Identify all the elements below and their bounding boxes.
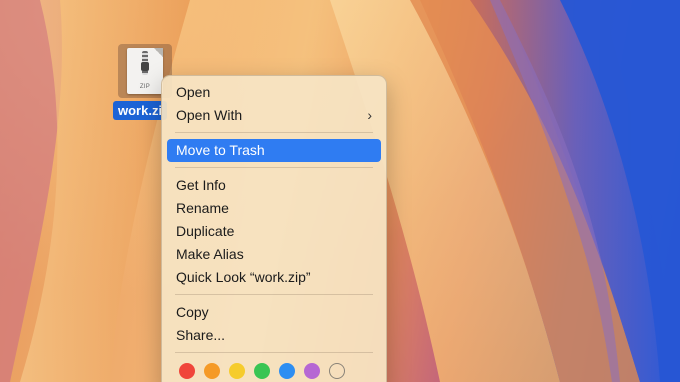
page-fold — [154, 48, 163, 57]
desktop-wallpaper[interactable]: ZIP work.zi Open Open With › Move to Tra… — [0, 0, 680, 382]
tag-purple[interactable] — [304, 363, 320, 379]
context-menu: Open Open With › Move to Trash Get Info … — [161, 75, 387, 382]
menu-item-make-alias[interactable]: Make Alias — [167, 243, 381, 266]
file-name-label[interactable]: work.zi — [113, 101, 168, 120]
menu-item-label: Move to Trash — [176, 142, 265, 158]
tag-none[interactable] — [329, 363, 345, 379]
menu-separator — [175, 167, 373, 168]
menu-item-quick-look[interactable]: Quick Look “work.zip” — [167, 266, 381, 289]
menu-separator — [175, 132, 373, 133]
menu-item-share[interactable]: Share... — [167, 324, 381, 347]
menu-item-move-to-trash[interactable]: Move to Trash — [167, 139, 381, 162]
chevron-right-icon: › — [367, 107, 372, 123]
menu-item-label: Get Info — [176, 177, 226, 193]
tag-orange[interactable] — [204, 363, 220, 379]
menu-item-open[interactable]: Open — [167, 81, 381, 104]
menu-separator — [175, 352, 373, 353]
menu-item-label: Open With — [176, 107, 243, 123]
menu-item-label: Share... — [176, 327, 226, 343]
menu-item-label: Make Alias — [176, 246, 244, 262]
tag-blue[interactable] — [279, 363, 295, 379]
menu-item-label: Open — [176, 84, 211, 100]
menu-separator — [175, 294, 373, 295]
tag-yellow[interactable] — [229, 363, 245, 379]
menu-item-label: Rename — [176, 200, 229, 216]
menu-item-rename[interactable]: Rename — [167, 197, 381, 220]
color-tags-row — [162, 359, 386, 379]
menu-item-copy[interactable]: Copy — [167, 301, 381, 324]
menu-item-label: Copy — [176, 304, 209, 320]
tag-green[interactable] — [254, 363, 270, 379]
zip-archive-icon[interactable]: ZIP — [127, 48, 163, 94]
zip-label: ZIP — [139, 84, 151, 90]
menu-item-open-with[interactable]: Open With › — [167, 104, 381, 127]
menu-item-label: Quick Look “work.zip” — [176, 269, 311, 285]
menu-item-get-info[interactable]: Get Info — [167, 174, 381, 197]
zipper-pull — [141, 62, 149, 71]
tag-red[interactable] — [179, 363, 195, 379]
menu-item-label: Duplicate — [176, 223, 235, 239]
menu-item-duplicate[interactable]: Duplicate — [167, 220, 381, 243]
